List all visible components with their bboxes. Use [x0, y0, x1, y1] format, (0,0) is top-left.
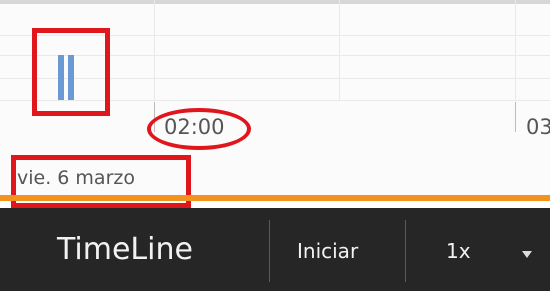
toolbar-divider — [405, 220, 406, 282]
speed-value: 1x — [446, 239, 471, 263]
app-title: TimeLine — [57, 232, 193, 267]
caret-down-icon — [522, 251, 532, 258]
timeline-toolbar: TimeLine Iniciar 1x — [0, 208, 550, 291]
highlight-box-bars — [32, 28, 110, 116]
timeline-accent-line — [0, 195, 550, 201]
toolbar-divider — [269, 220, 270, 282]
timeline-area[interactable]: 02:00 03 vie. 6 marzo — [0, 0, 550, 208]
time-tick-label: 03 — [526, 115, 550, 139]
speed-select[interactable]: 1x — [446, 230, 550, 272]
start-button[interactable]: Iniciar — [297, 230, 358, 272]
highlight-ellipse-time — [147, 108, 251, 150]
